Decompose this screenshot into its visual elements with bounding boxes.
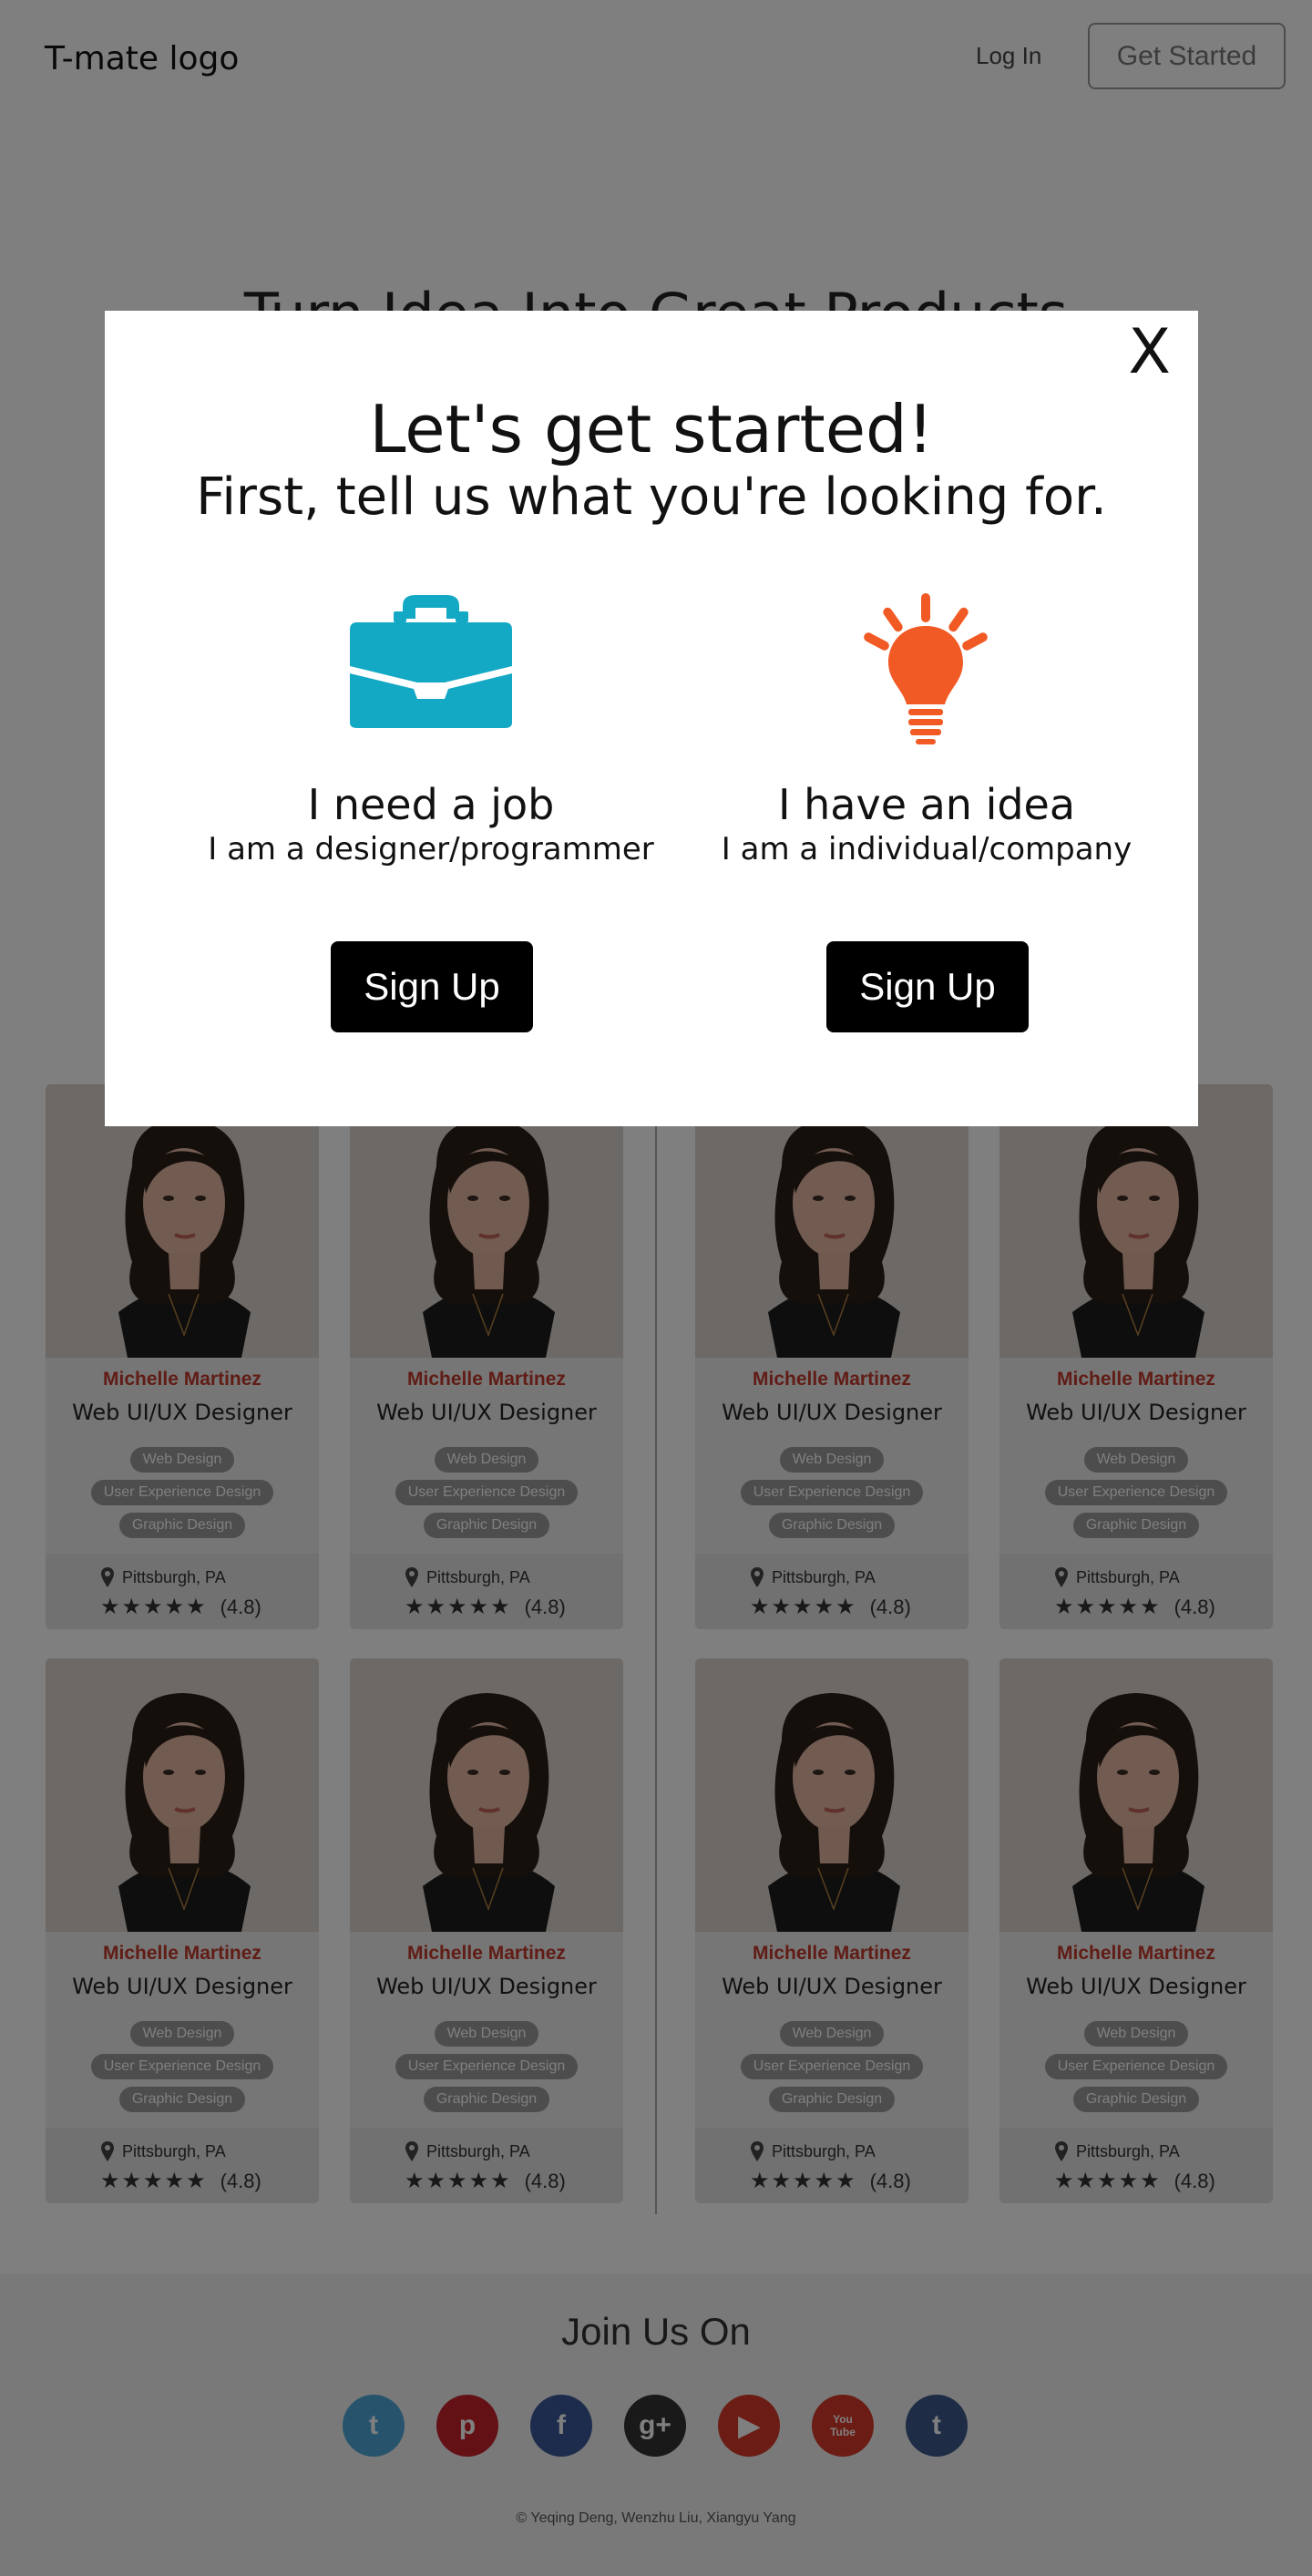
briefcase-icon — [350, 595, 512, 728]
option-description: I am a individual/company — [721, 831, 1133, 867]
close-button[interactable]: X — [1128, 322, 1171, 384]
option-have-idea: I have an idea I am a individual/company… — [681, 593, 1173, 1103]
lightbulb-icon — [864, 593, 988, 744]
option-description: I am a designer/programmer — [208, 831, 654, 867]
idea-signup-button[interactable]: Sign Up — [826, 941, 1029, 1032]
job-signup-button[interactable]: Sign Up — [331, 941, 533, 1032]
modal-title: Let's get started! — [369, 391, 934, 467]
option-need-job: I need a job I am a designer/programmer … — [185, 593, 677, 1103]
option-title: I need a job — [307, 780, 555, 829]
modal-subtitle: First, tell us what you're looking for. — [196, 467, 1107, 527]
option-title: I have an idea — [777, 780, 1076, 829]
signup-modal: X Let's get started! First, tell us what… — [105, 311, 1198, 1126]
